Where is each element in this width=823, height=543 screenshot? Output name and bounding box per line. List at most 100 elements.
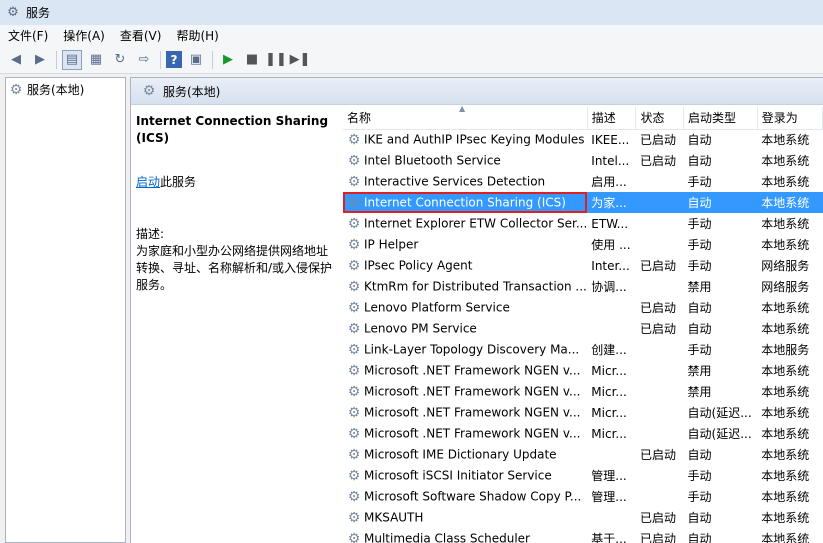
window-title: 服务 xyxy=(26,6,51,20)
start-service-suffix: 此服务 xyxy=(160,175,197,189)
service-row[interactable]: ⚙ Microsoft .NET Framework NGEN v... Micr.… xyxy=(343,423,823,444)
service-gear-icon: ⚙ xyxy=(347,341,361,358)
service-row[interactable]: ⚙ Intel Bluetooth Service Intel... 已启动 自动 本地系… xyxy=(343,150,823,171)
service-row[interactable]: ⚙ IPsec Policy Agent Inter... 已启动 手动 网络服务 xyxy=(343,255,823,276)
service-status-cell xyxy=(636,213,684,234)
service-logon-cell: 本地系统 xyxy=(761,469,810,483)
service-status-cell xyxy=(636,465,684,486)
service-row[interactable]: ⚙ IP Helper 使用 ... 手动 本地系统 xyxy=(343,234,823,255)
column-header-status[interactable]: 状态 xyxy=(635,107,685,130)
service-description-cell: IKEE... xyxy=(591,132,630,147)
service-name-cell: ⚙ Lenovo Platform Service xyxy=(347,299,510,316)
menu-action[interactable]: 操作(A) xyxy=(63,27,105,44)
service-startup-type-cell: 手动 xyxy=(687,238,712,252)
toolbar: ◀ ▶ ▤ ▦ ↻ ⇨ ? ▣ ▶ ■ ❚❚ ▶❚ xyxy=(0,46,823,74)
service-name-cell: ⚙ Microsoft .NET Framework NGEN v... xyxy=(347,362,581,379)
service-row[interactable]: ⚙ MKSAUTH 已启动 自动 本地系统 xyxy=(343,507,823,528)
service-status-cell: 已启动 xyxy=(639,259,676,273)
service-status-cell xyxy=(636,276,684,297)
service-row[interactable]: ⚙ Microsoft .NET Framework NGEN v... Micr.… xyxy=(343,402,823,423)
service-startup-type-cell: 手动 xyxy=(687,175,712,189)
service-description-cell: 创建... xyxy=(591,343,627,357)
service-row[interactable]: ⚙ Multimedia Class Scheduler 基于... 已启动 自动 本地系… xyxy=(343,528,823,543)
main-pane-header: ⚙ 服务(本地) xyxy=(131,78,823,105)
menu-view[interactable]: 查看(V) xyxy=(120,27,162,44)
service-startup-type-cell: 禁用 xyxy=(687,385,712,399)
description-label: 描述: xyxy=(136,227,165,241)
service-name-cell: ⚙ Multimedia Class Scheduler xyxy=(343,528,587,543)
service-row[interactable]: ⚙ Lenovo Platform Service 已启动 自动 本地系统 xyxy=(343,297,823,318)
service-row[interactable]: ⚙ Link-Layer Topology Discovery Ma... 创建..… xyxy=(343,339,823,360)
service-row[interactable]: ⚙ Microsoft iSCSI Initiator Service 管理... 手… xyxy=(343,465,823,486)
tree-node-services-local[interactable]: ⚙ 服务(本地) xyxy=(6,78,125,101)
service-logon-cell: 网络服务 xyxy=(761,259,810,273)
start-service-link[interactable]: 启动 xyxy=(136,175,160,189)
service-name-cell: ⚙ IPsec Policy Agent xyxy=(347,257,473,274)
service-logon-cell: 本地系统 xyxy=(761,406,810,420)
service-row[interactable]: ⚙ IKE and AuthIP IPsec Keying Modules IKEE… xyxy=(343,129,823,150)
service-row[interactable]: ⚙ Interactive Services Detection 启用... 手动 本地… xyxy=(343,171,823,192)
back-arrow-icon[interactable]: ◀ xyxy=(6,50,26,70)
column-header-startup-type[interactable]: 启动类型 xyxy=(683,107,758,130)
console-tree: ⚙ 服务(本地) xyxy=(5,77,126,543)
service-description-cell: ETW... xyxy=(591,216,629,231)
stop-service-icon[interactable]: ■ xyxy=(242,50,262,70)
restart-service-icon[interactable]: ▶❚ xyxy=(290,50,311,70)
column-header-name[interactable]: ▲ 名称 xyxy=(343,104,588,130)
service-row[interactable]: ⚙ KtmRm for Distributed Transaction ... 协调… xyxy=(343,276,823,297)
service-gear-icon: ⚙ xyxy=(347,530,361,543)
column-header-description[interactable]: 描述 xyxy=(587,107,637,130)
service-row[interactable]: ⚙ Lenovo PM Service 已启动 自动 本地系统 xyxy=(343,318,823,339)
service-row[interactable]: ⚙ Microsoft IME Dictionary Update 已启动 自动 本地系… xyxy=(343,444,823,465)
service-status-cell: 已启动 xyxy=(639,532,676,543)
start-service-icon[interactable]: ▶ xyxy=(218,50,238,70)
menu-help[interactable]: 帮助(H) xyxy=(176,27,218,44)
main-pane-title: 服务(本地) xyxy=(163,84,221,99)
service-status-cell: 已启动 xyxy=(639,133,676,148)
service-logon-cell: 本地系统 xyxy=(761,511,810,525)
service-description-cell: Inter... xyxy=(591,258,630,273)
column-header-logon-as[interactable]: 登录为 xyxy=(757,107,823,130)
service-status-cell xyxy=(636,402,684,423)
service-row[interactable]: ⚙ Microsoft .NET Framework NGEN v... Micr.… xyxy=(343,381,823,402)
service-name-cell: ⚙ Microsoft .NET Framework NGEN v... xyxy=(347,383,581,400)
service-name-cell: ⚙ Link-Layer Topology Discovery Ma... xyxy=(347,341,580,358)
menu-file[interactable]: 文件(F) xyxy=(8,27,48,44)
toolbar-divider xyxy=(160,50,161,69)
service-logon-cell: 本地系统 xyxy=(761,133,810,148)
service-name-cell: ⚙ MKSAUTH xyxy=(347,509,424,526)
service-description-cell: Micr... xyxy=(591,384,627,399)
properties-icon[interactable]: ▦ xyxy=(86,50,106,70)
services-list: ▲ 名称 描述 状态 启动类型 登录为 ⚙ IKE and AuthIP IPsec… xyxy=(343,104,823,543)
service-row[interactable]: ⚙ Microsoft .NET Framework NGEN v... Micr.… xyxy=(343,360,823,381)
service-description-cell: 管理... xyxy=(591,469,627,483)
service-name-cell: ⚙ Microsoft IME Dictionary Update xyxy=(347,446,557,463)
service-startup-type-cell: 自动 xyxy=(687,301,712,315)
service-gear-icon: ⚙ xyxy=(347,425,361,442)
export-list-icon[interactable]: ⇨ xyxy=(134,50,154,70)
service-name-cell: ⚙ Microsoft Software Shadow Copy P... xyxy=(347,488,582,505)
service-logon-cell: 本地系统 xyxy=(761,217,810,231)
forward-arrow-icon[interactable]: ▶ xyxy=(30,50,50,70)
selected-service-name: Internet Connection Sharing (ICS) xyxy=(136,114,329,145)
service-row[interactable]: ⚙ Internet Connection Sharing (ICS) 为家... 自… xyxy=(343,192,823,213)
service-logon-cell: 本地系统 xyxy=(761,364,810,378)
sort-ascending-icon: ▲ xyxy=(459,104,466,113)
service-startup-type-cell: 自动 xyxy=(683,192,758,213)
service-startup-type-cell: 手动 xyxy=(687,343,712,357)
refresh-icon[interactable]: ↻ xyxy=(110,50,130,70)
service-startup-type-cell: 自动 xyxy=(687,448,712,462)
show-action-pane-icon[interactable]: ▣ xyxy=(186,50,206,70)
service-status-cell xyxy=(636,171,684,192)
service-startup-type-cell: 禁用 xyxy=(687,364,712,378)
service-gear-icon: ⚙ xyxy=(347,320,361,337)
help-icon[interactable]: ? xyxy=(166,51,182,68)
service-logon-cell: 本地系统 xyxy=(761,385,810,399)
service-row[interactable]: ⚙ Microsoft Software Shadow Copy P... 管理..… xyxy=(343,486,823,507)
service-row[interactable]: ⚙ Internet Explorer ETW Collector Ser... E… xyxy=(343,213,823,234)
show-hide-console-tree-icon[interactable]: ▤ xyxy=(62,49,82,70)
service-name-cell: ⚙ Internet Connection Sharing (ICS) xyxy=(343,192,588,213)
service-startup-type-cell: 自动 xyxy=(687,133,712,148)
pause-service-icon[interactable]: ❚❚ xyxy=(265,50,287,70)
service-gear-icon: ⚙ xyxy=(347,404,361,421)
